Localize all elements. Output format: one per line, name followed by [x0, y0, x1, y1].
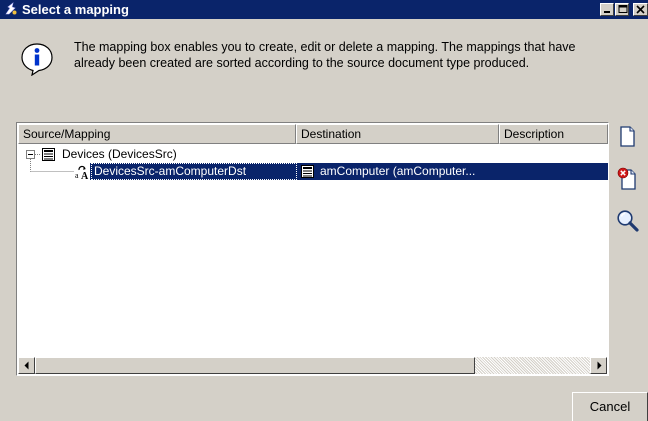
scroll-right-button[interactable]: [590, 357, 607, 374]
close-icon: [636, 5, 645, 14]
delete-mapping-button[interactable]: [615, 166, 640, 191]
horizontal-scrollbar[interactable]: [18, 357, 607, 374]
scroll-left-button[interactable]: [18, 357, 35, 374]
arrow-right-icon: [597, 361, 602, 370]
new-document-icon: [620, 126, 635, 147]
arrow-left-icon: [24, 361, 29, 370]
svg-text:A: A: [81, 171, 89, 180]
view-mapping-button[interactable]: [615, 208, 640, 233]
document-type-icon: [42, 148, 55, 161]
column-header-destination[interactable]: Destination: [296, 124, 499, 144]
window-title: Select a mapping: [22, 2, 129, 17]
cancel-button[interactable]: Cancel: [572, 392, 648, 421]
mapping-icon: a A: [75, 165, 89, 180]
new-mapping-button[interactable]: [615, 124, 640, 149]
maximize-icon: [618, 5, 628, 13]
collapse-toggle[interactable]: [26, 150, 35, 159]
scroll-thumb[interactable]: [35, 357, 475, 374]
svg-text:a: a: [75, 171, 79, 180]
minimize-icon: [604, 11, 610, 13]
app-icon: [5, 2, 17, 15]
delete-document-icon: [617, 167, 636, 190]
mapping-list[interactable]: Source/Mapping Destination Description D…: [16, 122, 609, 376]
row-source-label: DevicesSrc-amComputerDst: [94, 164, 247, 178]
minimize-button[interactable]: [600, 3, 614, 16]
magnifier-icon: [617, 210, 639, 232]
row-source-label: Devices (DevicesSrc): [62, 147, 177, 161]
info-line-1: The mapping box enables you to create, e…: [74, 40, 576, 54]
tree-row-devices[interactable]: Devices (DevicesSrc): [18, 146, 607, 172]
info-icon: [21, 43, 53, 76]
select-mapping-dialog: Select a mapping The mapping box enables…: [0, 0, 648, 421]
row-destination-label: amComputer (amComputer...: [320, 164, 476, 178]
maximize-button[interactable]: [615, 3, 629, 16]
info-message: The mapping box enables you to create, e…: [74, 39, 640, 71]
info-line-2: already been created are sorted accordin…: [74, 56, 530, 70]
close-button[interactable]: [633, 3, 648, 16]
column-header-source-mapping[interactable]: Source/Mapping: [18, 124, 296, 144]
tree-row-mapping[interactable]: a A DevicesSrc-amComputerDst amComputer …: [18, 163, 608, 180]
document-type-icon: [301, 165, 314, 178]
column-header-description[interactable]: Description: [499, 124, 608, 144]
title-bar[interactable]: Select a mapping: [0, 0, 648, 19]
